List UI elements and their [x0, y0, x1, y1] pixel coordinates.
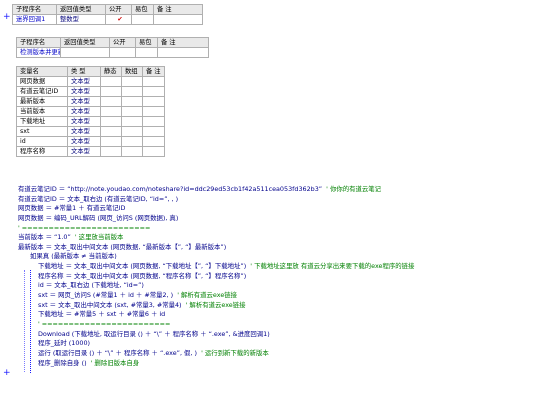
table-row[interactable]: sxt 文本型 [16, 126, 165, 137]
vars-table: 变量名 类 型 静态 数组 备 注 网页数据 文本型 有道云笔记ID 文本型 最新版… [16, 66, 165, 157]
table-row[interactable]: 有道云笔记ID 文本型 [16, 86, 165, 97]
var-type[interactable]: 文本型 [67, 136, 101, 147]
table-row[interactable]: 网页数据 文本型 [16, 76, 165, 87]
vars-header-note: 备 注 [142, 66, 165, 77]
table-row[interactable]: 程序名称 文本型 [16, 146, 165, 157]
code-line-if[interactable]: 如果真 (最新版本 ≠ 当前版本) [18, 252, 536, 262]
var-type[interactable]: 文本型 [67, 116, 101, 127]
sub1-note[interactable] [153, 14, 203, 25]
sub1-ret-type[interactable]: 整数型 [56, 14, 106, 25]
sub2-public[interactable] [109, 47, 136, 58]
sub2-note[interactable] [157, 47, 209, 58]
var-type[interactable]: 文本型 [67, 146, 101, 157]
var-type[interactable]: 文本型 [67, 106, 101, 117]
code-line[interactable]: 下载地址 ＝ #常量5 ＋ sxt ＋ #常量6 ＋ id [18, 310, 536, 320]
sub1-table: 子程序名 返回值类型 公开 易包 备 注 迷界回调1 整数型 ✔ [12, 4, 203, 25]
table-row[interactable]: id 文本型 [16, 136, 165, 147]
code-line[interactable]: 程序名称 ＝ 文本_取出中间文本 (网页数据, “程序名称【”, “】程序名称”… [18, 272, 536, 282]
var-type[interactable]: 文本型 [67, 86, 101, 97]
code-line[interactable]: 有道云笔记ID ＝ 文本_取右边 (有道云笔记ID, “id=”, , ) [18, 195, 536, 205]
var-type[interactable]: 文本型 [67, 96, 101, 107]
code-line[interactable]: 运行 (取运行目录 () ＋ “\” ＋ 程序名称 ＋ “.exe”, 假, )… [18, 349, 536, 359]
sub1-header-ret: 返回值类型 [56, 4, 106, 15]
var-name[interactable]: 程序名称 [16, 146, 68, 157]
var-name[interactable]: sxt [16, 126, 68, 137]
code-line[interactable]: 网页数据 ＝ #常量1 ＋ 有道云笔记ID [18, 204, 536, 214]
table-row[interactable]: 最新版本 文本型 [16, 96, 165, 107]
sub1-header-name: 子程序名 [12, 4, 57, 15]
sub1-header-public: 公开 [105, 4, 132, 15]
sub2-ret-type[interactable] [60, 47, 110, 58]
vars-header-array: 数组 [121, 66, 143, 77]
sub2-pkg[interactable] [135, 47, 158, 58]
sub2-name[interactable]: 检测版本并更新 [16, 47, 61, 58]
expand-icon[interactable]: + [3, 369, 11, 378]
sub2-header-name: 子程序名 [16, 37, 61, 48]
code-line[interactable]: 下载地址 ＝ 文本_取出中间文本 (网页数据, “下载地址【”, “】下载地址”… [18, 262, 536, 272]
code-line[interactable]: id ＝ 文本_取右边 (下载地址, “id=”) [18, 281, 536, 291]
var-name[interactable]: id [16, 136, 68, 147]
sub2-header-ret: 返回值类型 [60, 37, 110, 48]
check-icon: ✔ [117, 16, 123, 23]
sub2-header-public: 公开 [109, 37, 136, 48]
sub1-pkg[interactable] [131, 14, 154, 25]
code-line[interactable]: 程序_删除自身 () ' 删除旧版本自身 [18, 359, 536, 369]
var-name[interactable]: 有道云笔记ID [16, 86, 68, 97]
var-name[interactable]: 当前版本 [16, 106, 68, 117]
sub1-public-check[interactable]: ✔ [105, 14, 132, 25]
code-line[interactable]: sxt ＝ 文本_取出中间文本 (sxt, #常量3, #常量4) ' 解析有道… [18, 301, 536, 311]
sub1-header-pkg: 易包 [131, 4, 154, 15]
table-row[interactable]: 当前版本 文本型 [16, 106, 165, 117]
var-name[interactable]: 网页数据 [16, 76, 68, 87]
vars-header-static: 静态 [100, 66, 122, 77]
expand-icon[interactable]: + [3, 13, 11, 22]
sub1-name[interactable]: 迷界回调1 [12, 14, 57, 25]
code-editor[interactable]: 有道云笔记ID ＝ “http://note.youdao.com/notesh… [18, 185, 536, 368]
var-name[interactable]: 下载地址 [16, 116, 68, 127]
var-type[interactable]: 文本型 [67, 126, 101, 137]
code-line[interactable]: 当前版本 ＝ “1.0” ' 这里放当前版本 [18, 233, 536, 243]
sub2-header-note: 备 注 [157, 37, 209, 48]
sub1-header-note: 备 注 [153, 4, 203, 15]
sub2-table: 子程序名 返回值类型 公开 易包 备 注 检测版本并更新 [16, 37, 209, 58]
sub2-header-pkg: 易包 [135, 37, 158, 48]
vars-header-type: 类 型 [67, 66, 101, 77]
code-comment[interactable]: ' ======================== [18, 320, 536, 330]
var-type[interactable]: 文本型 [67, 76, 101, 87]
code-line[interactable]: 有道云笔记ID ＝ “http://note.youdao.com/notesh… [18, 185, 536, 195]
code-line[interactable]: sxt ＝ 网页_访问S (#常量1 ＋ id ＋ #常量2, ) ' 解析有道… [18, 291, 536, 301]
vars-header-name: 变量名 [16, 66, 68, 77]
code-line[interactable]: 程序_延时 (1000) [18, 339, 536, 349]
code-comment[interactable]: ' ======================== [18, 224, 536, 234]
code-line[interactable]: 网页数据 ＝ 编码_URL解码 (网页_访问S (网页数据), 真) [18, 214, 536, 224]
var-name[interactable]: 最新版本 [16, 96, 68, 107]
table-row[interactable]: 下载地址 文本型 [16, 116, 165, 127]
code-line[interactable]: Download (下载地址, 取运行目录 () ＋ “\” ＋ 程序名称 ＋ … [18, 330, 536, 340]
